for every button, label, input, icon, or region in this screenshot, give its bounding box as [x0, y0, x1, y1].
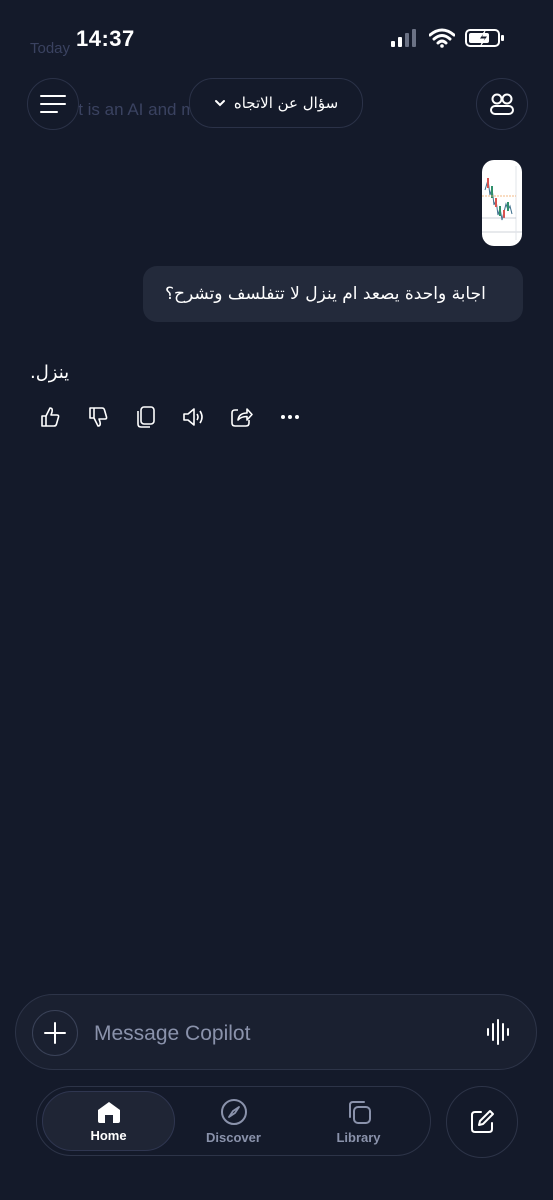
wifi-icon — [429, 28, 455, 48]
tab-home-label: Home — [90, 1127, 127, 1143]
plus-icon — [44, 1022, 66, 1044]
thumbs-down-icon — [89, 407, 108, 427]
attached-chart-image[interactable] — [482, 160, 522, 246]
assistant-reply-text: ينزل. — [30, 362, 70, 383]
speaker-icon — [183, 408, 203, 426]
message-composer — [15, 994, 537, 1070]
tab-library-label: Library — [336, 1129, 381, 1145]
menu-icon — [40, 95, 66, 113]
user-message-bubble: اجابة واحدة يصعد ام ينزل لا تتفلسف وتشرح… — [143, 266, 523, 322]
compose-icon — [471, 1110, 494, 1133]
read-aloud-button[interactable] — [182, 404, 206, 430]
bottom-tab-bar: Home Discover Library — [36, 1086, 431, 1156]
account-button[interactable] — [476, 78, 528, 130]
status-time: 14:37 — [76, 26, 135, 51]
topic-title: سؤال عن الاتجاه — [233, 94, 339, 112]
chevron-down-icon — [214, 100, 225, 107]
add-attachment-button[interactable] — [32, 1010, 78, 1056]
thumbs-up-button[interactable] — [38, 404, 62, 430]
voice-input-button[interactable] — [486, 1019, 510, 1049]
share-button[interactable] — [230, 404, 254, 430]
tab-home[interactable]: Home — [42, 1091, 175, 1151]
tab-discover[interactable]: Discover — [167, 1091, 300, 1151]
reply-actions — [38, 404, 302, 430]
people-icon — [490, 93, 514, 115]
menu-button[interactable] — [27, 78, 79, 130]
share-icon — [231, 408, 253, 427]
faded-date-label: Today — [30, 40, 71, 57]
copy-icon — [137, 406, 155, 428]
battery-charging-icon — [465, 29, 504, 47]
compass-icon — [220, 1098, 247, 1125]
thumbs-up-icon — [41, 407, 60, 427]
more-options-button[interactable] — [278, 404, 302, 430]
home-icon — [97, 1101, 120, 1123]
stack-icon — [348, 1100, 371, 1124]
more-horizontal-icon — [281, 415, 299, 419]
tab-discover-label: Discover — [206, 1129, 261, 1145]
new-chat-button[interactable] — [446, 1086, 518, 1158]
signal-icon — [391, 29, 416, 47]
message-input[interactable] — [92, 1017, 456, 1051]
status-icons — [391, 28, 505, 48]
user-message-text: اجابة واحدة يصعد ام ينزل لا تتفلسف وتشرح… — [165, 284, 486, 304]
thumbs-down-button[interactable] — [86, 404, 110, 430]
copy-button[interactable] — [134, 404, 158, 430]
conversation-topic-dropdown[interactable]: سؤال عن الاتجاه — [189, 78, 363, 128]
voice-waveform-icon — [487, 1019, 509, 1045]
chart-thumbnail-icon — [482, 166, 522, 240]
tab-library[interactable]: Library — [292, 1091, 425, 1151]
